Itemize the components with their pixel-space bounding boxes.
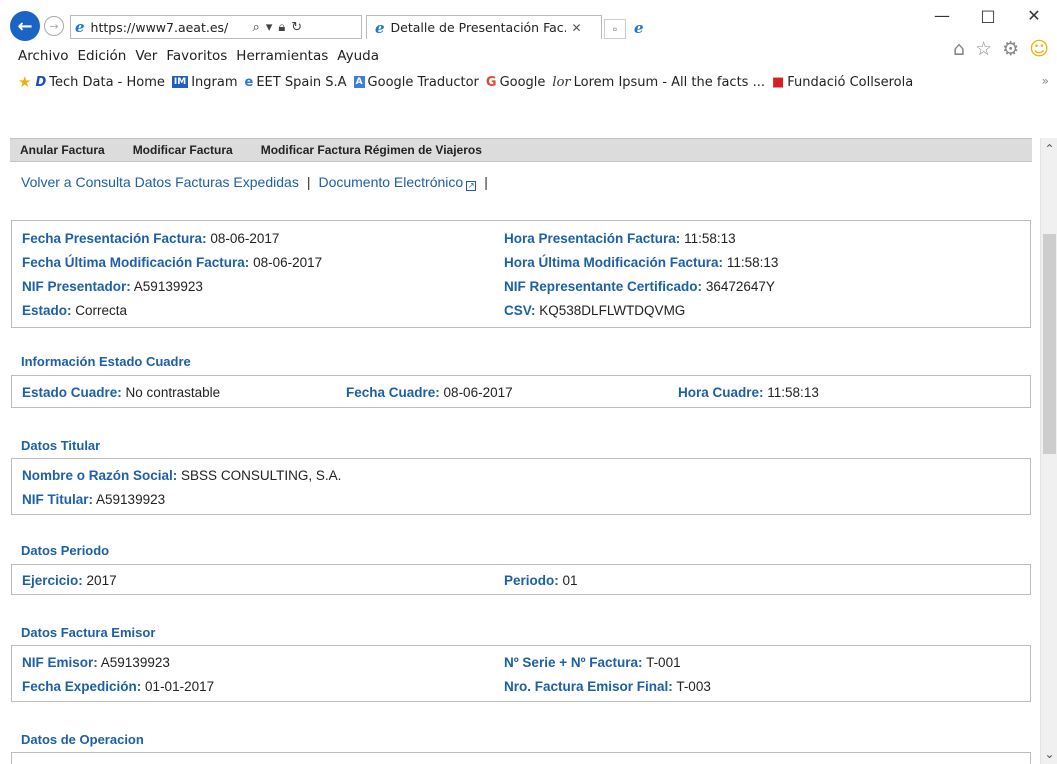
- fecha-presentacion: Fecha Presentación Factura: 08-06-2017: [22, 231, 280, 246]
- hora-ultima-modificacion: Hora Última Modificación Factura: 11:58:…: [504, 255, 779, 270]
- csv: CSV: KQ538DLFLWTDQVMG: [504, 303, 686, 318]
- external-link-icon: ↗: [466, 181, 477, 191]
- hora-presentacion: Hora Presentación Factura: 11:58:13: [504, 231, 736, 246]
- forward-button[interactable]: →: [44, 16, 64, 36]
- nif-presentador: NIF Presentador: A59139923: [22, 279, 203, 294]
- estado: Estado: Correcta: [22, 303, 128, 318]
- menu-bar: Archivo Edición Ver Favoritos Herramient…: [0, 44, 1057, 68]
- tab-detalle-presentacion[interactable]: e Detalle de Presentación Fac... ✕: [366, 15, 602, 39]
- fav-label: EET Spain S.A: [256, 74, 347, 90]
- documento-electronico-link[interactable]: Documento Electrónico ↗: [318, 174, 477, 191]
- ie-page-icon: e: [244, 74, 254, 90]
- cuadre-box: Estado Cuadre: No contrastable Fecha Cua…: [11, 375, 1031, 408]
- google-icon: G: [485, 74, 497, 90]
- menu-herramientas[interactable]: Herramientas: [236, 48, 328, 64]
- fav-tech-data[interactable]: D Tech Data - Home: [35, 75, 164, 90]
- navigation-row: ← → e https://www7.aeat.es/ ⌕ ▾ 🔒︎ ↻ e D…: [0, 8, 1057, 44]
- nif-titular: NIF Titular: A59139923: [22, 492, 166, 507]
- hora-cuadre: Hora Cuadre: 11:58:13: [678, 385, 819, 400]
- fecha-cuadre: Fecha Cuadre: 08-06-2017: [346, 385, 513, 400]
- fav-label: Google: [499, 74, 546, 90]
- estado-cuadre: Estado Cuadre: No contrastable: [22, 385, 221, 400]
- emisor-section-title: Datos Factura Emisor: [21, 625, 156, 640]
- periodo-box: Ejercicio: 2017 Periodo: 01: [11, 564, 1031, 595]
- menu-edicion[interactable]: Edición: [77, 48, 126, 64]
- modificar-factura-button[interactable]: Modificar Factura: [133, 143, 233, 157]
- link-separator: |: [484, 174, 488, 190]
- address-bar[interactable]: e https://www7.aeat.es/ ⌕ ▾ 🔒︎ ↻: [70, 15, 362, 39]
- scrollbar-thumb[interactable]: [1043, 234, 1056, 454]
- presentacion-box: Fecha Presentación Factura: 08-06-2017 H…: [11, 220, 1031, 328]
- menu-ver[interactable]: Ver: [135, 48, 157, 64]
- nif-representante: NIF Representante Certificado: 36472647Y: [504, 279, 775, 294]
- fav-label: Fundació Collserola: [787, 74, 914, 90]
- factura-emisor-final: Nro. Factura Emisor Final: T-003: [504, 679, 711, 694]
- arrow-left-icon: ←: [17, 15, 33, 37]
- emisor-box: NIF Emisor: A59139923 Nº Serie + Nº Fact…: [11, 645, 1031, 702]
- arrow-right-icon: →: [49, 19, 59, 33]
- menu-ayuda[interactable]: Ayuda: [337, 48, 379, 64]
- fav-label: Ingram: [191, 74, 238, 90]
- refresh-icon[interactable]: ↻: [291, 20, 302, 35]
- fav-google[interactable]: G Google: [486, 75, 546, 90]
- titular-box: Nombre o Razón Social: SBSS CONSULTING, …: [11, 458, 1031, 515]
- fecha-expedicion: Fecha Expedición: 01-01-2017: [22, 679, 215, 694]
- back-button[interactable]: ←: [10, 11, 40, 41]
- ie-tab-icon: e: [375, 18, 385, 37]
- nombre-razon-social: Nombre o Razón Social: SBSS CONSULTING, …: [22, 468, 342, 483]
- page-scrollbar[interactable]: ⌃ ⌄: [1040, 138, 1057, 764]
- lorem-icon: lor: [552, 74, 571, 90]
- documento-electronico-label: Documento Electrónico: [318, 174, 464, 190]
- fav-eet-spain[interactable]: e EET Spain S.A: [245, 75, 347, 90]
- collserola-icon: ■: [771, 74, 785, 90]
- dropdown-arrow-icon[interactable]: ▾: [266, 20, 273, 35]
- operacion-section-title: Datos de Operacion: [21, 732, 144, 747]
- operacion-box: [11, 752, 1031, 764]
- search-icon[interactable]: ⌕: [253, 20, 260, 35]
- ingram-icon: IM: [171, 76, 189, 88]
- serie-factura: Nº Serie + Nº Factura: T-001: [504, 655, 681, 670]
- anular-factura-button[interactable]: Anular Factura: [20, 143, 105, 157]
- fav-lorem-ipsum[interactable]: lor Lorem Ipsum - All the facts ...: [552, 75, 765, 90]
- volver-consulta-link[interactable]: Volver a Consulta Datos Facturas Expedid…: [21, 174, 299, 190]
- titular-section-title: Datos Titular: [21, 438, 101, 453]
- ie-page-icon: e: [75, 18, 85, 36]
- fav-label: Lorem Ipsum - All the facts ...: [573, 74, 765, 90]
- close-tab-icon[interactable]: ✕: [572, 21, 582, 35]
- periodo: Periodo: 01: [504, 573, 578, 588]
- chevron-up-icon[interactable]: ⌃: [1041, 140, 1057, 157]
- fav-label: Google Traductor: [367, 74, 479, 90]
- chevron-down-icon[interactable]: ⌄: [1041, 745, 1057, 762]
- ie-logo-icon: e: [634, 19, 644, 37]
- menu-archivo[interactable]: Archivo: [18, 48, 68, 64]
- nif-emisor: NIF Emisor: A59139923: [22, 655, 170, 670]
- new-tab-button[interactable]: ▫: [604, 19, 626, 39]
- fav-ingram[interactable]: IM Ingram: [171, 74, 238, 90]
- lock-icon[interactable]: 🔒︎: [278, 20, 285, 35]
- ejercicio: Ejercicio: 2017: [22, 573, 117, 588]
- favorites-star-icon[interactable]: ★: [18, 73, 31, 91]
- translate-icon: A: [353, 76, 365, 88]
- invoice-action-toolbar: Anular Factura Modificar Factura Modific…: [10, 138, 1032, 162]
- modificar-factura-viajeros-button[interactable]: Modificar Factura Régimen de Viajeros: [261, 143, 482, 157]
- periodo-section-title: Datos Periodo: [21, 543, 110, 558]
- tech-data-icon: D: [35, 74, 47, 90]
- chevron-more-icon[interactable]: »: [1042, 74, 1049, 88]
- link-bar: Volver a Consulta Datos Facturas Expedid…: [21, 174, 492, 191]
- favorites-bar: ★ D Tech Data - Home IM Ingram e EET Spain …: [0, 68, 1057, 96]
- tab-title: Detalle de Presentación Fac...: [390, 20, 566, 35]
- url-text[interactable]: https://www7.aeat.es/: [91, 20, 247, 35]
- menu-favoritos[interactable]: Favoritos: [166, 48, 227, 64]
- link-separator: |: [306, 174, 311, 190]
- fav-fundacio-collserola[interactable]: ■ Fundació Collserola: [772, 75, 913, 90]
- cuadre-section-title: Información Estado Cuadre: [21, 354, 191, 369]
- fav-label: Tech Data - Home: [49, 74, 165, 90]
- fav-google-traductor[interactable]: A Google Traductor: [353, 74, 479, 90]
- fecha-ultima-modificacion: Fecha Última Modificación Factura: 08-06…: [22, 255, 323, 270]
